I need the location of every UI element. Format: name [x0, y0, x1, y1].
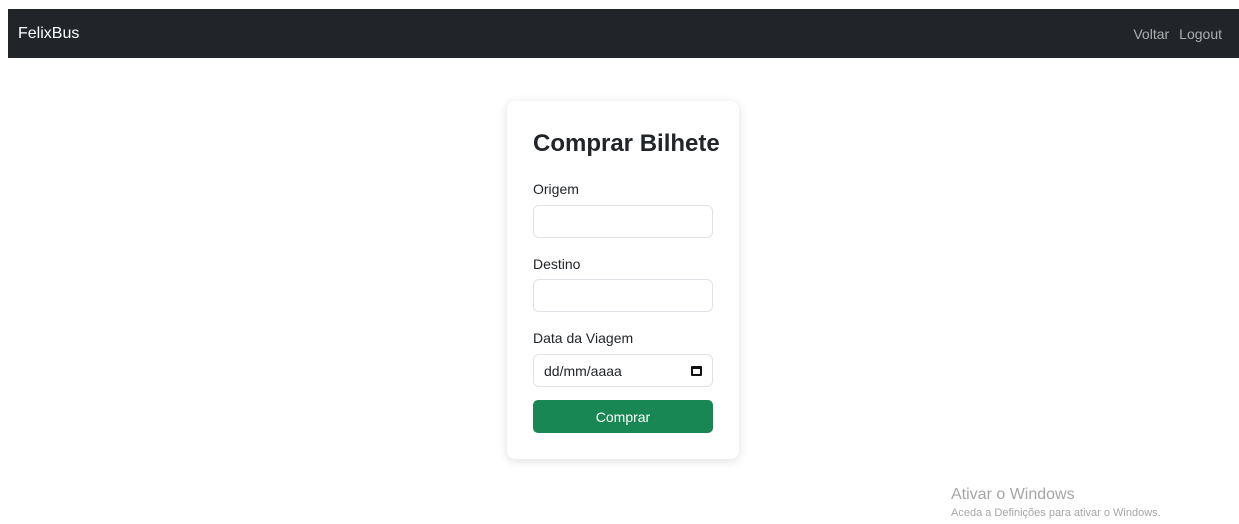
date-input[interactable]: dd/mm/aaaa	[533, 354, 713, 387]
page-title: Comprar Bilhete	[533, 130, 720, 157]
buy-button[interactable]: Comprar	[533, 400, 713, 433]
origin-label: Origem	[533, 181, 579, 197]
windows-activation-watermark: Ativar o Windows Aceda a Definições para…	[951, 485, 1161, 521]
date-label: Data da Viagem	[533, 330, 634, 346]
purchase-card: Comprar Bilhete Origem Destino Data da V…	[507, 101, 739, 459]
logout-link[interactable]: Logout	[1179, 26, 1222, 42]
date-placeholder: dd/mm/aaaa	[544, 362, 622, 379]
origin-input[interactable]	[533, 205, 713, 238]
destination-input[interactable]	[533, 279, 713, 312]
navbar: FelixBus Voltar Logout	[8, 9, 1239, 58]
calendar-icon[interactable]	[691, 365, 702, 376]
nav-links: Voltar Logout	[1133, 26, 1222, 42]
top-strip	[0, 0, 1239, 9]
back-link[interactable]: Voltar	[1133, 26, 1169, 42]
watermark-subtitle: Aceda a Definições para ativar o Windows…	[951, 507, 1161, 519]
brand-link[interactable]: FelixBus	[18, 25, 79, 43]
destination-label: Destino	[533, 256, 581, 272]
watermark-title: Ativar o Windows	[951, 486, 1075, 503]
